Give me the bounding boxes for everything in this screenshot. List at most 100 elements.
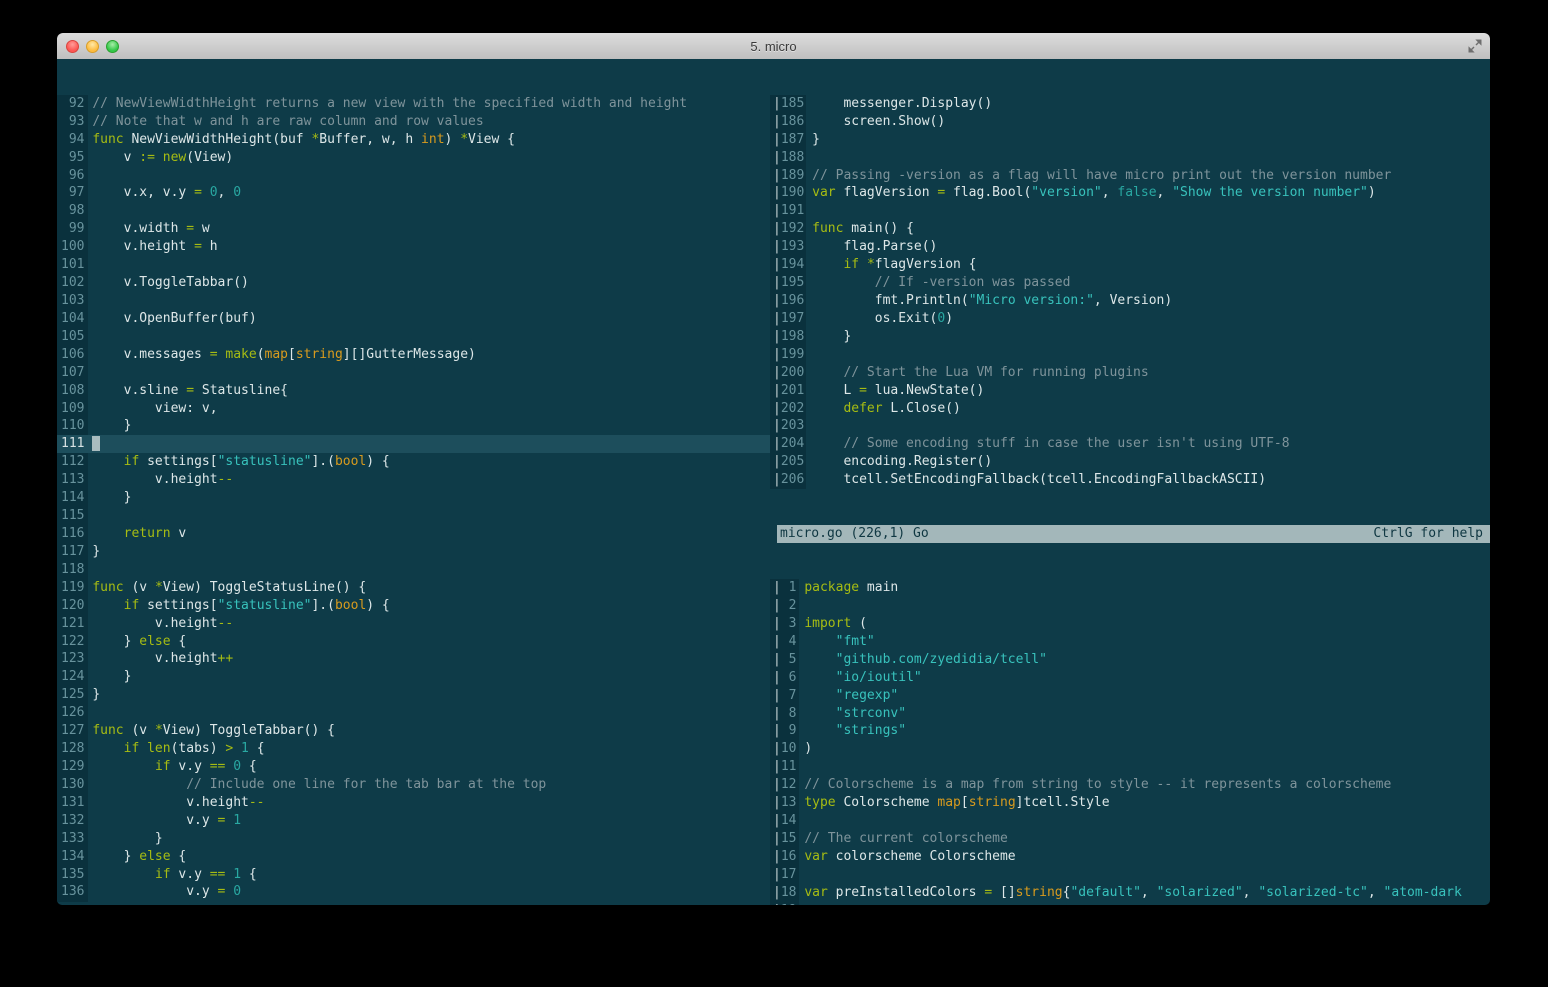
code-line: |205 encoding.Register() bbox=[773, 454, 993, 470]
line-number: 189 bbox=[780, 167, 813, 183]
line-number: 97 bbox=[61, 185, 93, 201]
line-number: 132 bbox=[61, 812, 93, 828]
line-number: 124 bbox=[61, 669, 93, 685]
code-line: | 7 "regexp" bbox=[773, 687, 899, 703]
line-number: 7 bbox=[780, 687, 805, 703]
pane-colorscheme-go-code[interactable]: | 1 package main | 2 | 3 import (| 4 "fmt… bbox=[770, 579, 1490, 905]
line-number: 186 bbox=[780, 113, 813, 129]
line-number: 196 bbox=[780, 293, 813, 309]
line-number: 100 bbox=[61, 239, 93, 255]
line-number: 191 bbox=[780, 203, 813, 219]
code-line: |199 bbox=[770, 346, 1490, 364]
code-line: 125 } bbox=[61, 687, 101, 703]
split-divider-bar: | bbox=[773, 436, 781, 452]
split-divider-bar: | bbox=[773, 346, 781, 362]
minimize-button[interactable] bbox=[86, 39, 99, 53]
split-divider-bar: | bbox=[773, 472, 781, 488]
code-line: |195 // If -version was passed bbox=[773, 275, 1071, 291]
line-number: 13 bbox=[780, 795, 805, 811]
line-number: 203 bbox=[780, 418, 813, 434]
line-number: 117 bbox=[61, 543, 93, 559]
pane-view-go-code[interactable]: 92 // NewViewWidthHeight returns a new v… bbox=[57, 94, 770, 902]
statusbar-help-hint: CtrlG for help bbox=[1373, 526, 1483, 542]
line-number: 15 bbox=[780, 830, 805, 846]
code-line: 132 v.y = 1 bbox=[61, 812, 242, 828]
line-number: 193 bbox=[780, 239, 813, 255]
split-divider-bar: | bbox=[773, 293, 781, 309]
line-number: 129 bbox=[61, 758, 93, 774]
code-line: 109 view: v, bbox=[61, 400, 218, 416]
line-number: 110 bbox=[61, 418, 93, 434]
code-line: |17 bbox=[770, 866, 1490, 884]
code-line: |196 fmt.Println("Micro version:", Versi… bbox=[773, 293, 1173, 309]
line-number: 104 bbox=[61, 310, 93, 326]
statusbar-file-position: micro.go (226,1) Go bbox=[780, 526, 929, 542]
code-line: 114 } bbox=[61, 490, 132, 506]
code-line: | 5 "github.com/zyedidia/tcell" bbox=[773, 651, 1047, 667]
split-divider-bar: | bbox=[773, 203, 781, 219]
code-line: 124 } bbox=[61, 669, 132, 685]
code-line: |193 flag.Parse() bbox=[773, 239, 938, 255]
code-line: 94 func NewViewWidthHeight(buf *Buffer, … bbox=[61, 131, 515, 147]
line-number: 107 bbox=[61, 364, 93, 380]
line-number: 114 bbox=[61, 490, 93, 506]
line-number: 199 bbox=[780, 346, 813, 362]
line-number: 112 bbox=[61, 454, 93, 470]
line-number: 202 bbox=[780, 400, 813, 416]
line-number: 92 bbox=[61, 95, 93, 111]
line-number: 16 bbox=[780, 848, 805, 864]
code-line: |206 tcell.SetEncodingFallback(tcell.Enc… bbox=[773, 472, 1267, 488]
code-line: | 6 "io/ioutil" bbox=[773, 669, 922, 685]
line-number: 204 bbox=[780, 436, 813, 452]
code-line: 127 func (v *View) ToggleTabbar() { bbox=[61, 723, 335, 739]
code-line: 110 } bbox=[61, 418, 132, 434]
code-line: |198 } bbox=[773, 328, 852, 344]
line-number: 101 bbox=[61, 257, 93, 273]
code-line: 122 } else { bbox=[61, 633, 187, 649]
code-line: 129 if v.y == 0 { bbox=[61, 758, 257, 774]
line-number: 198 bbox=[780, 328, 813, 344]
line-number: 121 bbox=[61, 615, 93, 631]
zoom-button[interactable] bbox=[106, 39, 119, 53]
line-number: 190 bbox=[780, 185, 813, 201]
line-number: 103 bbox=[61, 293, 93, 309]
line-number: 206 bbox=[780, 472, 813, 488]
line-number: 201 bbox=[780, 382, 813, 398]
code-line: |11 bbox=[770, 758, 1490, 776]
pane-micro-go-code[interactable]: |185 messenger.Display() |186 screen.Show… bbox=[770, 94, 1490, 490]
code-line: 107 bbox=[57, 364, 770, 382]
line-number: 95 bbox=[61, 149, 93, 165]
split-divider-bar: | bbox=[773, 580, 781, 596]
titlebar[interactable]: 5. micro bbox=[57, 33, 1490, 60]
split-divider-bar: | bbox=[773, 167, 781, 183]
code-line: | 9 "strings" bbox=[773, 723, 907, 739]
code-line: |15 // The current colorscheme bbox=[773, 830, 1008, 846]
line-number: 195 bbox=[780, 275, 813, 291]
line-number: 116 bbox=[61, 526, 93, 541]
code-line: |14 bbox=[770, 812, 1490, 830]
code-line: |194 if *flagVersion { bbox=[773, 257, 977, 273]
code-line: 102 v.ToggleTabbar() bbox=[61, 275, 249, 291]
fullscreen-icon[interactable] bbox=[1468, 39, 1482, 53]
code-line: 93 // Note that w and h are raw column a… bbox=[61, 113, 484, 129]
line-number: 111 bbox=[61, 436, 93, 452]
split-divider-bar: | bbox=[773, 615, 781, 631]
split-divider-bar: | bbox=[773, 382, 781, 398]
code-line: 130 // Include one line for the tab bar … bbox=[61, 776, 547, 792]
line-number: 188 bbox=[780, 149, 813, 165]
split-divider-bar: | bbox=[773, 830, 781, 846]
line-number: 9 bbox=[780, 723, 805, 739]
line-number: 5 bbox=[780, 651, 805, 667]
line-number: 119 bbox=[61, 579, 93, 595]
line-number: 135 bbox=[61, 866, 93, 882]
code-line: 131 v.height-- bbox=[61, 794, 265, 810]
line-number: 120 bbox=[61, 597, 93, 613]
command-line[interactable] bbox=[57, 884, 1490, 905]
line-number: 123 bbox=[61, 651, 93, 667]
code-line: 99 v.width = w bbox=[61, 221, 210, 237]
code-line: 103 bbox=[57, 292, 770, 310]
code-line: 115 bbox=[57, 507, 770, 525]
split-divider-bar: | bbox=[773, 221, 781, 237]
close-button[interactable] bbox=[66, 39, 79, 53]
line-number: 98 bbox=[61, 203, 93, 219]
